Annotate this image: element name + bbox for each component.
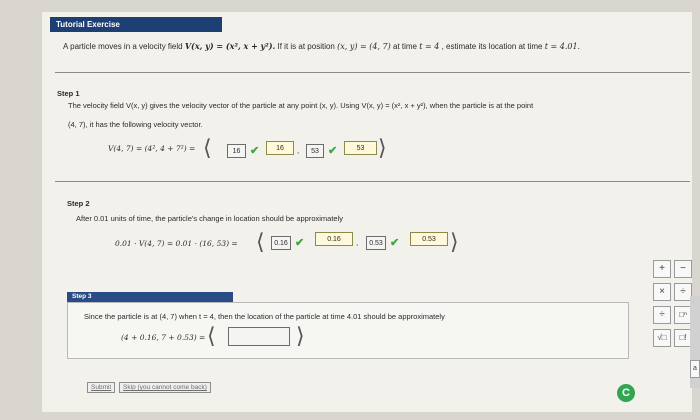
problem-statement: A particle moves in a velocity field V(x… <box>63 41 580 51</box>
checkmark-icon: ✔ <box>250 145 260 157</box>
left-angle-icon: ⟨ <box>207 324 216 349</box>
starting-time: t = 4 <box>419 42 440 51</box>
step-2-expression: 0.01 · V(4, 7) = 0.01 · (16, 53) = <box>115 239 238 248</box>
right-angle-icon: ⟩ <box>296 324 305 349</box>
checkmark-icon: ✔ <box>295 237 305 249</box>
problem-divider <box>55 72 690 73</box>
step-2-x-feedback[interactable]: 0.16 <box>315 232 353 246</box>
problem-text-c: at time <box>393 42 420 51</box>
checkmark-icon: ✔ <box>328 145 338 157</box>
step-1-y-answer[interactable]: 53 <box>306 144 324 158</box>
action-buttons: Submit Skip (you cannot come back) <box>87 382 213 393</box>
skip-button[interactable]: Skip (you cannot come back) <box>119 382 211 393</box>
step-2-x-answer[interactable]: 0.16 <box>271 236 291 250</box>
left-angle-icon: ⟨ <box>203 136 212 161</box>
step-2-y-feedback[interactable]: 0.53 <box>410 232 448 246</box>
velocity-field: V(x, y) = (x², x + y²). <box>184 41 276 51</box>
problem-text-b: If it is at position <box>277 42 338 51</box>
step-3-label: Step 3 <box>67 292 233 302</box>
right-angle-icon: ⟩ <box>450 230 459 255</box>
step-1-separator: , <box>297 146 300 155</box>
fraction-tool-button[interactable]: ÷ <box>653 306 671 324</box>
alpha-tool-button[interactable]: a <box>690 360 700 378</box>
step-1-divider <box>55 181 690 182</box>
step-3-expression: (4 + 0.16, 7 + 0.53) = <box>121 333 206 342</box>
sqrt-tool-button[interactable]: √□ <box>653 329 671 347</box>
step-2-text-line-1: After 0.01 units of time, the particle's… <box>76 214 344 223</box>
target-time: t = 4.01. <box>544 42 581 51</box>
step-2-y-answer[interactable]: 0.53 <box>366 236 386 250</box>
problem-text-d: , estimate its location at time <box>441 42 545 51</box>
step-1-y-feedback[interactable]: 53 <box>344 141 377 155</box>
step-2-separator: , <box>356 238 359 247</box>
step-1-expression: V(4, 7) = (4², 4 + 7²) = <box>108 144 196 153</box>
step-3-panel <box>67 302 629 359</box>
submit-button[interactable]: Submit <box>87 382 116 393</box>
minus-tool-button[interactable]: − <box>674 260 692 278</box>
step-3-text-line-1: Since the particle is at (4, 7) when t =… <box>84 312 445 321</box>
left-angle-icon: ⟨ <box>256 230 265 255</box>
step-1-text-line-2: (4, 7), it has the following velocity ve… <box>68 120 203 129</box>
problem-text-a: A particle moves in a velocity field <box>63 42 185 51</box>
times-tool-button[interactable]: × <box>653 283 671 301</box>
final-location-input[interactable] <box>228 327 290 346</box>
right-angle-icon: ⟩ <box>378 136 387 161</box>
step-1-text-line-1: The velocity field V(x, y) gives the vel… <box>68 101 534 110</box>
checkmark-icon: ✔ <box>390 237 400 249</box>
step-1-label: Step 1 <box>57 89 80 98</box>
starting-position: (x, y) = (4, 7) <box>337 42 391 51</box>
page-title: Tutorial Exercise <box>50 17 222 32</box>
step-1-x-feedback[interactable]: 16 <box>266 141 294 155</box>
chrome-icon[interactable]: C <box>617 384 635 402</box>
step-1-x-answer[interactable]: 16 <box>227 144 246 158</box>
plus-tool-button[interactable]: + <box>653 260 671 278</box>
step-2-label: Step 2 <box>67 199 90 208</box>
tutorial-page: Tutorial Exercise A particle moves in a … <box>0 0 700 420</box>
